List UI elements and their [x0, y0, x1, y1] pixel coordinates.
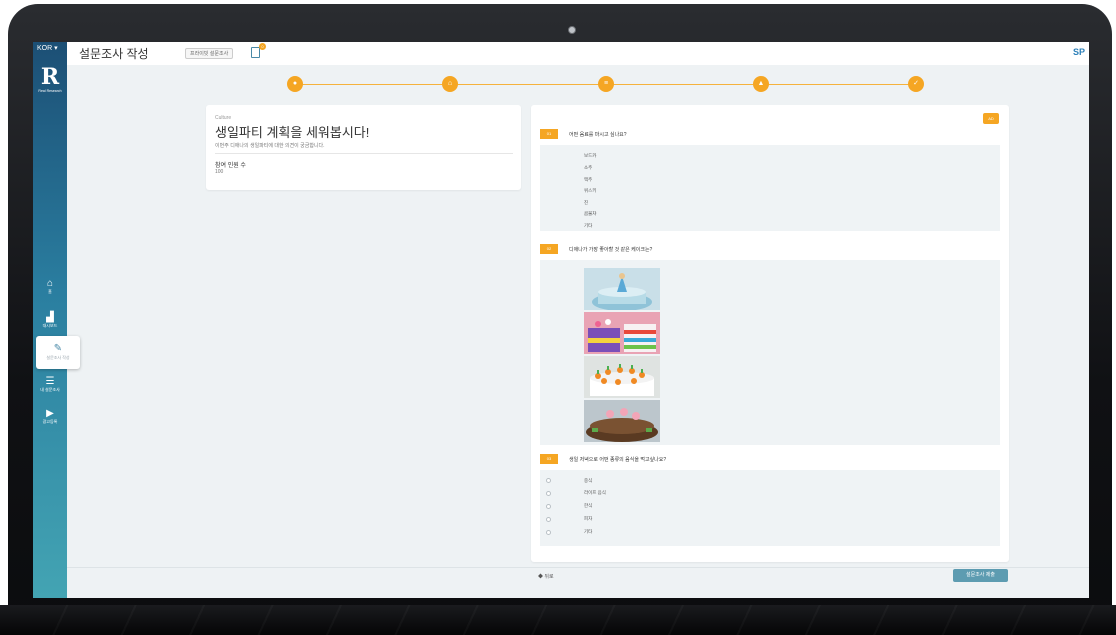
survey-category: Culture: [215, 115, 232, 121]
top-bar: 설문조사 작성 프라이빗 설문조사 0 SP: [67, 42, 1089, 65]
radio-button[interactable]: [546, 530, 551, 535]
option-item[interactable]: 기타: [584, 529, 592, 535]
option-item[interactable]: 피자: [584, 516, 592, 522]
camera-dot: [568, 26, 576, 34]
option-item[interactable]: 한식: [584, 503, 592, 509]
home-icon: ⌂: [46, 278, 54, 289]
radio-button[interactable]: [546, 491, 551, 496]
survey-info-card: Culture 생일파티 계획을 세워봅시다! 이번주 디애나의 생일파티에 대…: [206, 105, 521, 190]
divider: [215, 153, 513, 154]
cake-image-3[interactable]: [584, 356, 660, 398]
sidebar: KOR ▾ R Real Research ⌂ 홈 ▟ 대시보드 ☰ 내 설문조…: [33, 42, 67, 598]
question-text: 디애나가 가장 좋아할 것 같은 케이크는?: [569, 247, 653, 253]
step-eye-icon[interactable]: ●: [287, 76, 303, 92]
radio-button[interactable]: [546, 504, 551, 509]
question-text: 어떤 음료를 마시고 싶나요?: [569, 132, 627, 138]
questions-card: AD 01 어떤 음료를 마시고 싶나요? 보드카 소주 맥주 위스키 진 콤불…: [531, 105, 1009, 562]
laptop-base: [0, 605, 1116, 635]
footer-divider: [67, 567, 1089, 568]
cake-image-4[interactable]: [584, 400, 660, 442]
ad-badge: AD: [983, 113, 999, 124]
notification-badge: 0: [259, 43, 266, 50]
screen: KOR ▾ R Real Research ⌂ 홈 ▟ 대시보드 ☰ 내 설문조…: [33, 42, 1089, 598]
sidebar-item-my-surveys[interactable]: ☰ 내 설문조사: [33, 376, 67, 393]
sidebar-item-label: 대시보드: [42, 323, 58, 328]
play-icon: ▶: [46, 408, 54, 419]
option-item[interactable]: 위스키: [584, 188, 596, 194]
back-link[interactable]: ◆ 뒤로: [538, 573, 554, 580]
chart-icon: ▟: [46, 312, 54, 323]
participants-value: 100: [215, 169, 224, 175]
option-item[interactable]: 맥주: [584, 177, 592, 183]
radio-button[interactable]: [546, 478, 551, 483]
sidebar-item-label: 설문조사 작성: [46, 355, 70, 360]
option-item[interactable]: 소주: [584, 165, 592, 171]
option-item[interactable]: 라이프 음식: [584, 490, 606, 496]
sidebar-item-dashboard[interactable]: ▟ 대시보드: [33, 312, 67, 329]
option-item[interactable]: 진: [584, 200, 588, 206]
cake-image-1[interactable]: [584, 268, 660, 310]
step-bank-icon[interactable]: ⌂: [442, 76, 458, 92]
sidebar-item-label: 내 설문조사: [40, 387, 60, 392]
survey-description: 이번주 디애나의 생일파티에 대한 의견이 궁금합니다.: [215, 143, 325, 149]
question-number: 02: [540, 244, 558, 254]
participants-label: 참여 인원 수: [215, 163, 246, 169]
option-item[interactable]: 콤불챠: [584, 211, 596, 217]
document-icon[interactable]: [251, 47, 260, 58]
survey-type-badge: 프라이빗 설문조사: [185, 48, 234, 59]
cake-image-2[interactable]: [584, 312, 660, 354]
list-icon: ☰: [45, 376, 55, 387]
question-number: 01: [540, 129, 558, 139]
language-select[interactable]: KOR ▾: [37, 44, 58, 52]
option-item[interactable]: 보드카: [584, 153, 596, 159]
survey-title: 생일파티 계획을 세워봅시다!: [215, 125, 370, 140]
sidebar-item-label: 광고등록: [42, 419, 58, 424]
pencil-icon: ✎: [53, 343, 63, 354]
radio-button[interactable]: [546, 517, 551, 522]
step-list-icon[interactable]: ≡: [598, 76, 614, 92]
logo-letter: R: [40, 64, 60, 90]
avatar[interactable]: SP: [1073, 47, 1085, 57]
logo[interactable]: R Real Research: [37, 66, 63, 94]
sidebar-item-home[interactable]: ⌂ 홈: [33, 278, 67, 295]
option-item[interactable]: 기타: [584, 223, 592, 229]
sidebar-item-label: 홈: [48, 289, 52, 294]
sidebar-item-create-survey[interactable]: ✎ 설문조사 작성: [36, 336, 80, 369]
step-check-icon[interactable]: ✓: [908, 76, 924, 92]
sidebar-item-ad-register[interactable]: ▶ 광고등록: [33, 408, 67, 425]
page-title: 설문조사 작성: [79, 47, 149, 61]
question-1-options: 보드카 소주 맥주 위스키 진 콤불챠 기타: [540, 145, 1000, 231]
question-number: 03: [540, 454, 558, 464]
question-3-options: 중식 라이프 음식 한식 피자 기타: [540, 470, 1000, 546]
question-text: 생일 저녁으로 어떤 종류의 음식을 먹고싶나요?: [569, 457, 667, 463]
submit-survey-button[interactable]: 설문조사 제출: [953, 569, 1008, 582]
logo-text: Real Research: [38, 89, 62, 93]
option-item[interactable]: 중식: [584, 478, 592, 484]
question-2-images: [540, 260, 1000, 445]
step-lock-icon[interactable]: ▲: [753, 76, 769, 92]
